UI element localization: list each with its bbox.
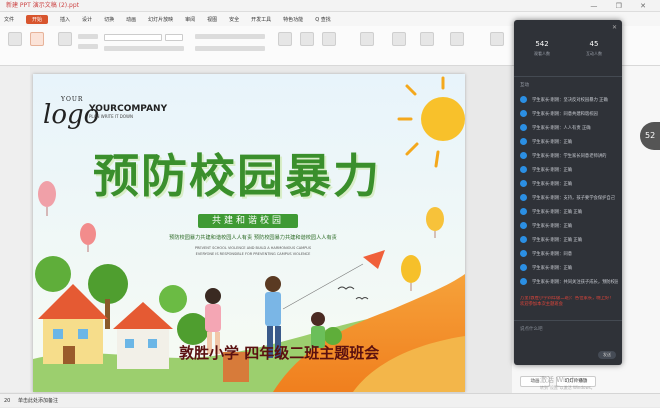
window-controls[interactable]: — ❐ ✕ [590,0,654,12]
slide-small-text-1: PREVENT SCHOOL VIOLENCE AND BUILD A HARM… [194,246,312,250]
menu-developer[interactable]: 开发工具 [251,16,271,23]
avatar [520,264,527,271]
notes-placeholder[interactable]: 单击此处添加备注 [18,398,58,404]
slide-small-text-2: EVERYONE IS RESPONSIBLE FOR PREVENTING C… [195,252,311,256]
company-tagline: PLAN WRITE IT DOWN [89,114,133,119]
side-float-button[interactable]: 52 [640,122,660,150]
paragraph-buttons[interactable] [195,34,265,39]
interactions-label: 互动人数 [586,51,602,56]
message-item: 学生家长·刚刚：正确 [520,137,618,148]
chat-input[interactable]: 说点什么吧 [520,326,616,348]
menu-features[interactable]: 特色功能 [283,16,303,23]
viewers-count: 542 [535,40,549,48]
message-item: 学生家长·刚刚：同意共建和谐校园 [520,109,618,120]
avatar [520,124,527,131]
avatar [520,208,527,215]
message-item: 学生家长·刚刚：正确 正确 [520,207,618,218]
avatar [520,222,527,229]
avatar [520,152,527,159]
textbox-icon[interactable] [278,32,292,46]
paste-icon[interactable] [8,32,22,46]
menu-view[interactable]: 视图 [207,16,217,23]
font-name-select[interactable] [104,34,162,41]
messages-section-title: 互动 [520,83,529,88]
select-icon[interactable] [490,32,504,46]
slide-subtitle: 共建和谐校园 [211,216,284,226]
message-item: 学生家长·刚刚：学生家长同意老师讲的 [520,151,618,162]
interactions-count: 45 [589,40,599,48]
menu-design[interactable]: 设计 [82,16,92,23]
outline-icon[interactable] [392,32,406,46]
arrange-icon[interactable] [322,32,336,46]
message-item: 学生家长·刚刚：同意 [520,249,618,260]
avatar [520,278,527,285]
reset-button[interactable] [78,44,98,49]
message-item: 学生家长·刚刚：支持，孩子要学会保护自己 [520,193,618,204]
avatar [520,166,527,173]
live-interaction-panel: ✕ 542 观看人数 45 互动人数 互动 学生家长·刚刚：坚决反对校园暴力 正… [514,20,622,365]
close-icon[interactable]: ✕ [612,24,617,31]
message-item: 学生家长·刚刚：正确 [520,263,618,274]
menu-slideshow[interactable]: 幻灯片放映 [148,16,173,23]
menu-security[interactable]: 安全 [229,16,239,23]
menu-animation[interactable]: 动画 [126,16,136,23]
company-block: YOURCOMPANY PLAN WRITE IT DOWN [89,104,167,119]
activation-watermark: 激活 Windows 转到"设置"以激活 Windows。 [540,376,595,392]
status-bar: 20 单击此处添加备注 [0,393,660,407]
stat-viewers: 542 观看人数 [522,40,562,57]
layout-button[interactable] [78,34,98,39]
avatar [520,110,527,117]
slide-caption[interactable]: 敦胜小学 四年级二班主题班会 [179,342,379,363]
avatar [520,194,527,201]
menu-transition[interactable]: 切换 [104,16,114,23]
avatar [520,250,527,257]
shapes-icon[interactable] [300,32,314,46]
message-item: 学生家长·刚刚：坚决反对校园暴力 正确 [520,95,618,106]
avatar [520,180,527,187]
window-title: 新建 PPT 演示文稿 (2).ppt [6,2,79,9]
menu-review[interactable]: 审阅 [185,16,195,23]
message-item: 学生家长·刚刚：正确 [520,179,618,190]
menu-home[interactable]: 开始 [26,14,49,24]
avatar [520,138,527,145]
slide-title: 预防校园暴力 [93,149,381,203]
watermark-line-2: 转到"设置"以激活 Windows。 [540,385,595,390]
page-indicator: 20 [4,398,11,404]
menu-insert[interactable]: 插入 [60,16,70,23]
message-item: 学生家长·刚刚：正确 [520,165,618,176]
title-bar: 新建 PPT 演示文稿 (2).ppt — ❐ ✕ [0,0,660,12]
message-item: 学生家长·刚刚：共同关注孩子成长，预防校园暴力，共建和谐校园 [520,277,618,288]
message-item: 学生家长·刚刚：正确 正确 [520,235,618,246]
menu-search[interactable]: Q 查找 [315,16,331,23]
new-slide-icon[interactable] [58,32,72,46]
watermark-line-1: 激活 Windows [540,376,588,384]
find-icon[interactable] [420,32,434,46]
send-button[interactable]: 发送 [598,351,616,359]
message-item: 学生家长·刚刚：人人有责 正确 [520,123,618,134]
stat-interactions: 45 互动人数 [574,40,614,57]
slide-thumbnail-pane[interactable] [0,66,30,392]
message-item: 学生家长·刚刚：正确 [520,221,618,232]
font-style-buttons[interactable] [104,46,184,51]
format-painter-icon[interactable] [30,32,44,46]
avatar [520,96,527,103]
font-size-select[interactable] [165,34,183,41]
company-name: YOURCOMPANY [89,104,168,114]
subtitle-ribbon: 共建和谐校园 [198,214,298,228]
menu-file[interactable]: 文件 [4,16,14,23]
avatar [520,236,527,243]
replace-icon[interactable] [450,32,464,46]
slide-canvas[interactable]: YOUR logo YOURCOMPANY PLAN WRITE IT DOWN… [33,74,465,392]
slide-banner-text: 预防校园暴力共建和谐校园人人有责 预防校园暴力共建和谐校园人人有责 [169,235,337,241]
fill-icon[interactable] [360,32,374,46]
host-highlight-message: 万里(敦胜小学四年级二班)：各位家长，晚上好！欢迎参加本次主题班会 [520,296,614,307]
align-buttons[interactable] [195,46,265,51]
viewers-label: 观看人数 [534,51,550,56]
